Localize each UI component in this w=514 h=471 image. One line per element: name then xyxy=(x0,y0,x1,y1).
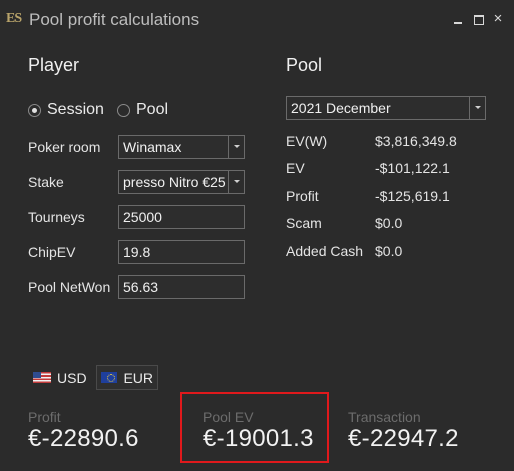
stake-value: presso Nitro €25 xyxy=(123,174,226,190)
pool-radio[interactable]: Pool xyxy=(117,100,168,120)
pool-radio-label: Pool xyxy=(136,101,169,118)
stake-select[interactable]: presso Nitro €25 xyxy=(118,170,245,194)
added-cash-value: $0.0 xyxy=(375,243,403,259)
title-bar: ES Pool profit calculations × xyxy=(0,0,514,40)
profit-summary-label: Profit xyxy=(28,409,61,425)
minimize-icon[interactable] xyxy=(448,8,468,30)
poker-room-value: Winamax xyxy=(123,139,182,155)
profit-stat-label: Profit xyxy=(286,188,319,204)
close-icon[interactable]: × xyxy=(488,8,508,30)
pool-ev-highlight-box xyxy=(180,392,329,463)
chipev-label: ChipEV xyxy=(28,244,76,260)
stake-label: Stake xyxy=(28,174,64,190)
radio-dot-icon xyxy=(117,103,130,117)
period-value: 2021 December xyxy=(291,100,391,116)
session-radio[interactable]: Session xyxy=(28,100,104,120)
poker-room-select[interactable]: Winamax xyxy=(118,135,245,159)
ev-value: -$101,122.1 xyxy=(375,160,450,176)
transaction-summary-label: Transaction xyxy=(348,409,421,425)
usd-label: USD xyxy=(57,369,87,386)
scam-label: Scam xyxy=(286,215,322,231)
currency-usd-button[interactable]: USD xyxy=(29,365,91,390)
app-logo: ES xyxy=(6,11,22,26)
window-title: Pool profit calculations xyxy=(29,10,200,29)
pool-netwon-label: Pool NetWon xyxy=(28,279,111,295)
chipev-input[interactable]: 19.8 xyxy=(118,240,245,264)
pool-heading: Pool xyxy=(286,55,323,75)
pool-netwon-input[interactable]: 56.63 xyxy=(118,275,245,299)
us-flag-icon xyxy=(33,372,51,383)
session-radio-label: Session xyxy=(47,101,104,118)
added-cash-label: Added Cash xyxy=(286,243,364,259)
chevron-down-icon[interactable] xyxy=(469,97,485,119)
scam-value: $0.0 xyxy=(375,215,403,231)
eur-label: EUR xyxy=(123,369,153,386)
tourneys-label: Tourneys xyxy=(28,209,85,225)
radio-dot-icon xyxy=(28,103,41,117)
eu-flag-icon xyxy=(101,372,118,383)
chevron-down-icon[interactable] xyxy=(228,136,244,158)
chevron-down-icon[interactable] xyxy=(228,171,244,193)
ev-w-label: EV(W) xyxy=(286,133,328,149)
maximize-icon[interactable] xyxy=(468,8,488,30)
currency-eur-button[interactable]: EUR xyxy=(96,365,158,390)
profit-summary-value: €-22890.6 xyxy=(28,425,139,452)
ev-w-value: $3,816,349.8 xyxy=(375,133,457,149)
ev-label: EV xyxy=(286,160,305,176)
period-select[interactable]: 2021 December xyxy=(286,96,486,120)
tourneys-input[interactable]: 25000 xyxy=(118,205,245,229)
transaction-summary-value: €-22947.2 xyxy=(348,425,459,452)
poker-room-label: Poker room xyxy=(28,139,101,155)
player-heading: Player xyxy=(28,55,80,75)
profit-stat-value: -$125,619.1 xyxy=(375,188,450,204)
